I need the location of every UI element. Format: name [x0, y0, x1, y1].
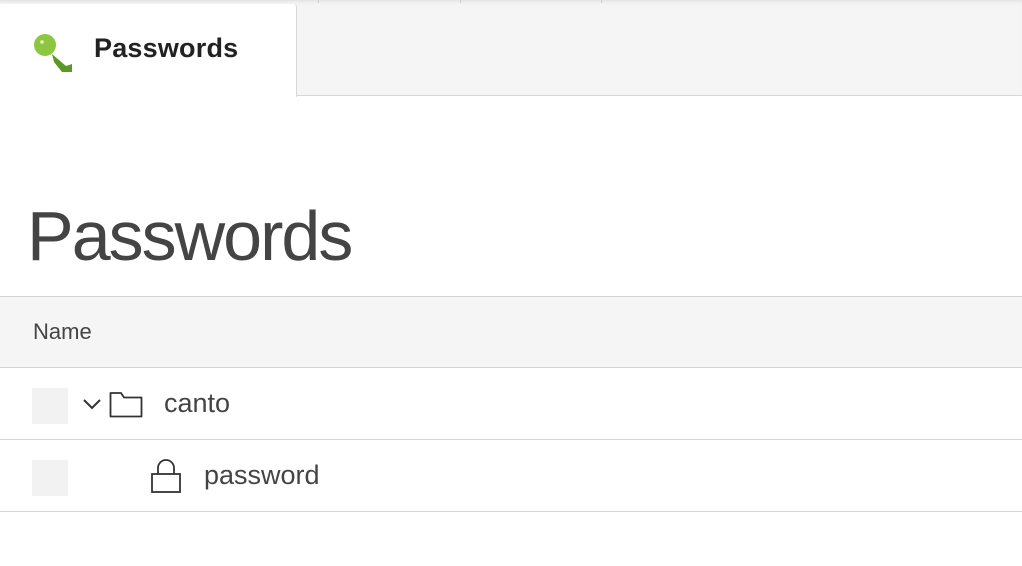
column-header-name[interactable]: Name: [33, 319, 92, 345]
lock-icon: [151, 459, 181, 493]
tab-separator: [318, 0, 319, 3]
folder-icon: [109, 392, 143, 418]
tab-label: Passwords: [94, 33, 239, 63]
page-title: Passwords: [27, 197, 353, 275]
passwords-table: Name canto password: [0, 296, 1022, 512]
tab-passwords[interactable]: Passwords: [0, 4, 297, 97]
table-header: Name: [0, 296, 1022, 368]
row-checkbox[interactable]: [32, 460, 68, 496]
row-checkbox[interactable]: [32, 388, 68, 424]
password-name: password: [204, 460, 320, 490]
tab-separator: [460, 0, 461, 3]
table-row-folder[interactable]: canto: [0, 368, 1022, 440]
tab-separator: [601, 0, 602, 3]
chevron-down-icon[interactable]: [82, 394, 102, 414]
table-row-password[interactable]: password: [0, 440, 1022, 512]
key-icon: [34, 34, 72, 72]
folder-name: canto: [164, 388, 231, 418]
